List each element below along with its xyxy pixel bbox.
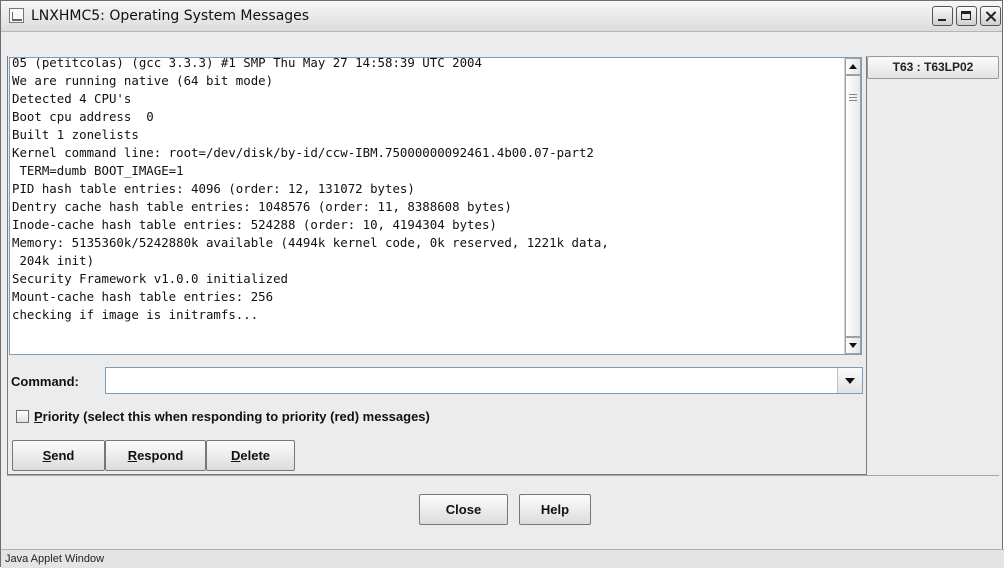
delete-button[interactable]: Delete xyxy=(206,440,295,471)
minimize-button[interactable] xyxy=(932,6,953,26)
priority-checkbox[interactable] xyxy=(16,410,29,423)
command-dropdown-arrow-icon[interactable] xyxy=(837,368,862,393)
priority-label-text: riority (select this when responding to … xyxy=(42,409,430,424)
respond-button[interactable]: Respond xyxy=(105,440,206,471)
divider xyxy=(7,475,999,476)
command-combobox[interactable] xyxy=(105,367,863,394)
delete-label: elete xyxy=(240,448,271,463)
send-label: end xyxy=(51,448,75,463)
scroll-thumb[interactable] xyxy=(845,75,861,337)
send-mnemonic: S xyxy=(42,448,52,463)
priority-mnemonic: P xyxy=(34,409,43,424)
close-window-button[interactable] xyxy=(980,6,1001,26)
os-messages-window: LNXHMC5: Operating System Messages T63 :… xyxy=(0,0,1004,568)
command-label: Command: xyxy=(11,374,79,389)
respond-label: espond xyxy=(137,448,184,463)
command-input[interactable] xyxy=(108,370,840,393)
java-app-icon xyxy=(9,8,24,23)
maximize-button[interactable] xyxy=(956,6,977,26)
log-vertical-scrollbar[interactable] xyxy=(844,58,861,354)
log-text: 05 (petitcolas) (gcc 3.3.3) #1 SMP Thu M… xyxy=(12,57,609,322)
help-button[interactable]: Help xyxy=(519,494,591,525)
status-bar-text: Java Applet Window xyxy=(5,553,105,565)
priority-label[interactable]: Priority (select this when responding to… xyxy=(34,409,430,424)
title-bar[interactable]: LNXHMC5: Operating System Messages xyxy=(1,1,1002,32)
scroll-up-arrow-icon[interactable] xyxy=(845,58,861,75)
grip-icon xyxy=(849,94,857,95)
send-button[interactable]: Send xyxy=(12,440,105,471)
respond-mnemonic: R xyxy=(127,448,138,463)
tab-t63lp02[interactable]: T63 : T63LP02 xyxy=(867,56,999,79)
message-log[interactable]: 05 (petitcolas) (gcc 3.3.3) #1 SMP Thu M… xyxy=(9,57,862,355)
scroll-down-arrow-icon[interactable] xyxy=(845,337,861,354)
status-bar: Java Applet Window xyxy=(1,549,1004,568)
window-title: LNXHMC5: Operating System Messages xyxy=(31,8,310,24)
delete-mnemonic: D xyxy=(230,448,241,463)
close-button[interactable]: Close xyxy=(419,494,508,525)
